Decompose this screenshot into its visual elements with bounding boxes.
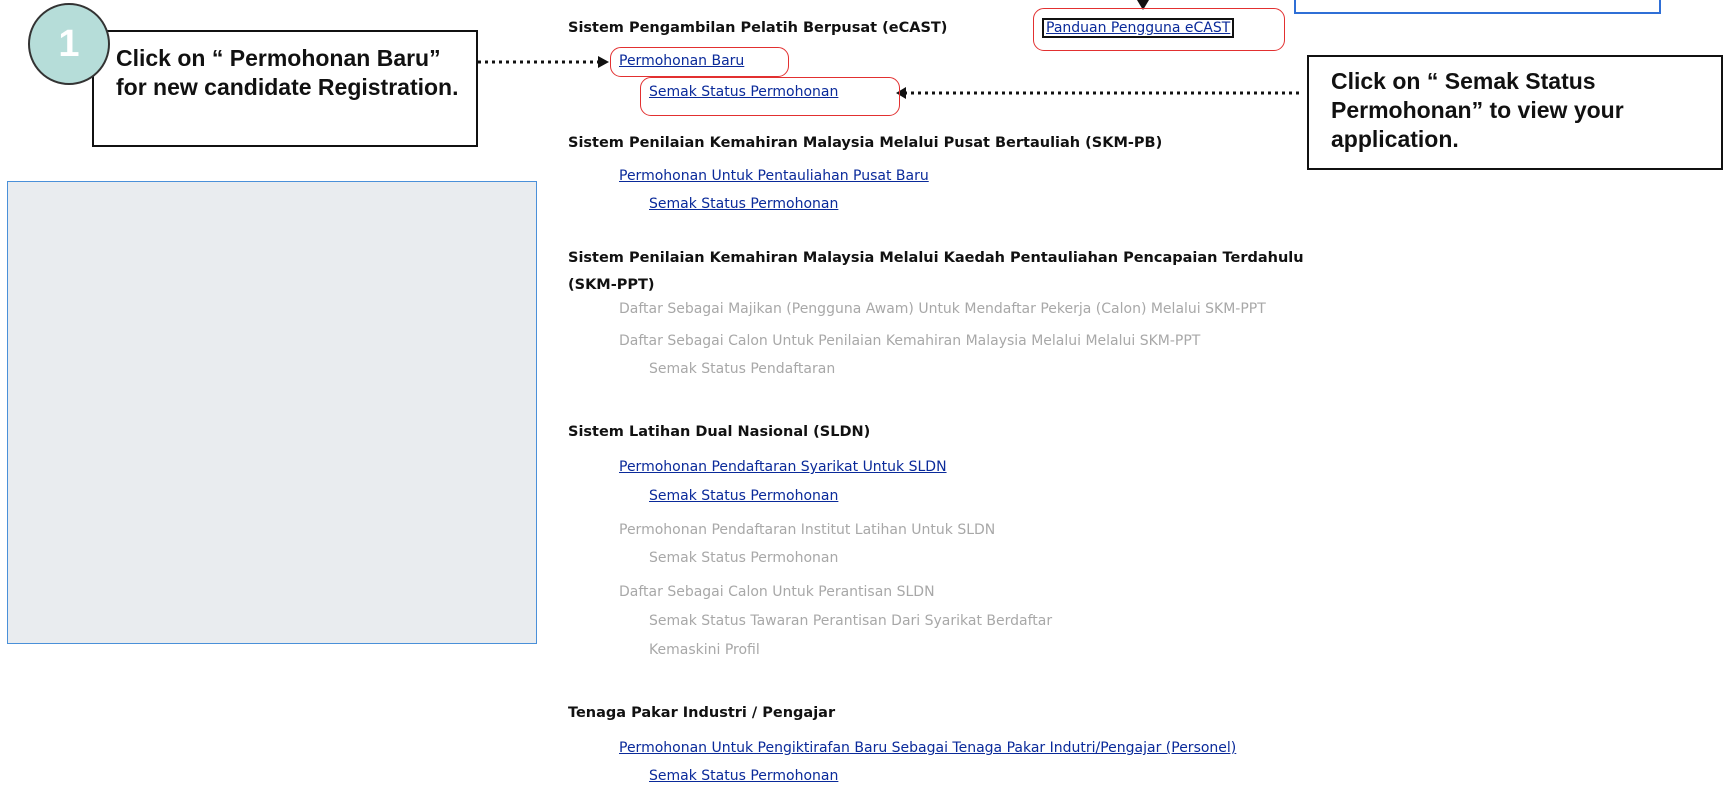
step-number-badge: 1 (28, 3, 110, 85)
callout-new-registration-text: Click on “ Permohonan Baru” for new cand… (116, 45, 459, 100)
skm-pb-heading: Sistem Penilaian Kemahiran Malaysia Mela… (568, 135, 1163, 151)
sldn-company-registration-link[interactable]: Permohonan Pendaftaran Syarikat Untuk SL… (619, 459, 947, 475)
skm-pb-check-status-link[interactable]: Semak Status Permohonan (649, 196, 838, 212)
side-panel (7, 181, 537, 644)
skm-ppt-heading: Sistem Penilaian Kemahiran Malaysia Mela… (568, 250, 1304, 266)
sldn-heading: Sistem Latihan Dual Nasional (SLDN) (568, 424, 871, 440)
callout-new-registration: Click on “ Permohonan Baru” for new cand… (92, 30, 478, 147)
ecast-guide-link[interactable]: Panduan Pengguna eCAST (1042, 18, 1235, 38)
sldn-company-check-status-link[interactable]: Semak Status Permohonan (649, 488, 838, 504)
sldn-update-profile: Kemaskini Profil (649, 642, 760, 658)
ecast-check-status-link[interactable]: Semak Status Permohonan (649, 84, 838, 100)
step-number: 1 (58, 22, 80, 65)
callout-check-status-text: Click on “ Semak Status Permohonan” to v… (1331, 68, 1624, 152)
ecast-new-application-link[interactable]: Permohonan Baru (619, 53, 744, 69)
skm-pb-new-center-link[interactable]: Permohonan Untuk Pentauliahan Pusat Baru (619, 168, 929, 184)
sldn-offer-status: Semak Status Tawaran Perantisan Dari Sya… (649, 613, 1053, 629)
experts-check-status-link[interactable]: Semak Status Permohonan (649, 768, 838, 784)
ecast-heading: Sistem Pengambilan Pelatih Berpusat (eCA… (568, 20, 948, 36)
sldn-apprentice-register: Daftar Sebagai Calon Untuk Perantisan SL… (619, 584, 935, 600)
skm-ppt-employer-register: Daftar Sebagai Majikan (Pengguna Awam) U… (619, 301, 1266, 317)
experts-new-recognition-link[interactable]: Permohonan Untuk Pengiktirafan Baru Seba… (619, 740, 1236, 756)
skm-ppt-check-registration: Semak Status Pendaftaran (649, 361, 836, 377)
top-right-box (1294, 0, 1661, 14)
callout-check-status: Click on “ Semak Status Permohonan” to v… (1307, 55, 1723, 170)
skm-ppt-candidate-register: Daftar Sebagai Calon Untuk Penilaian Kem… (619, 333, 1201, 349)
sldn-institute-registration: Permohonan Pendaftaran Institut Latihan … (619, 522, 996, 538)
skm-ppt-heading-line2: (SKM-PPT) (568, 277, 655, 293)
sldn-institute-check-status: Semak Status Permohonan (649, 550, 839, 566)
experts-heading: Tenaga Pakar Industri / Pengajar (568, 705, 836, 721)
